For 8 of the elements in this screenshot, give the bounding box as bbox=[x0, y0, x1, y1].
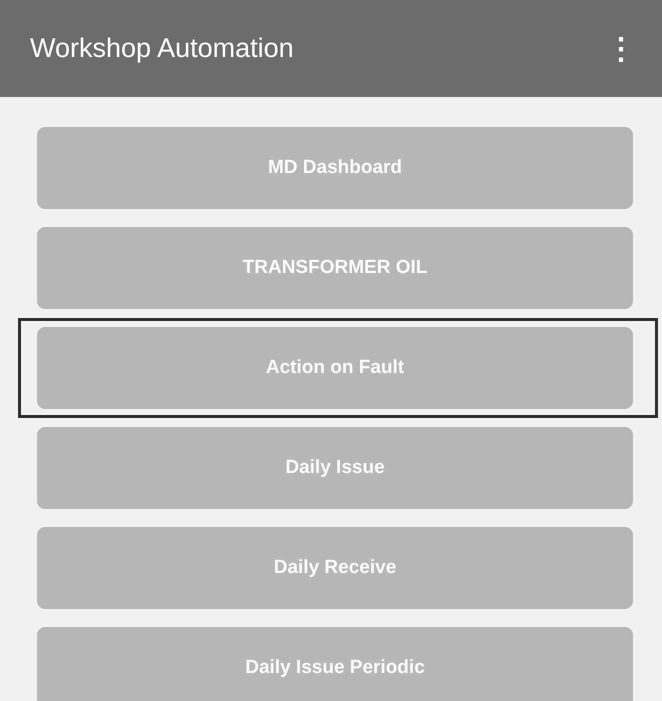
menu-button[interactable]: Daily Issue bbox=[37, 427, 633, 509]
menu-button[interactable]: TRANSFORMER OIL bbox=[37, 227, 633, 309]
menu-button[interactable]: MD Dashboard bbox=[37, 127, 633, 209]
menu-button[interactable]: Action on Fault bbox=[37, 327, 633, 409]
overflow-menu-button[interactable]: ⋮ bbox=[602, 30, 640, 66]
menu-button[interactable]: Daily Receive bbox=[37, 527, 633, 609]
menu-button[interactable]: Daily Issue Periodic bbox=[37, 627, 633, 701]
app-title: Workshop Automation bbox=[30, 33, 294, 64]
